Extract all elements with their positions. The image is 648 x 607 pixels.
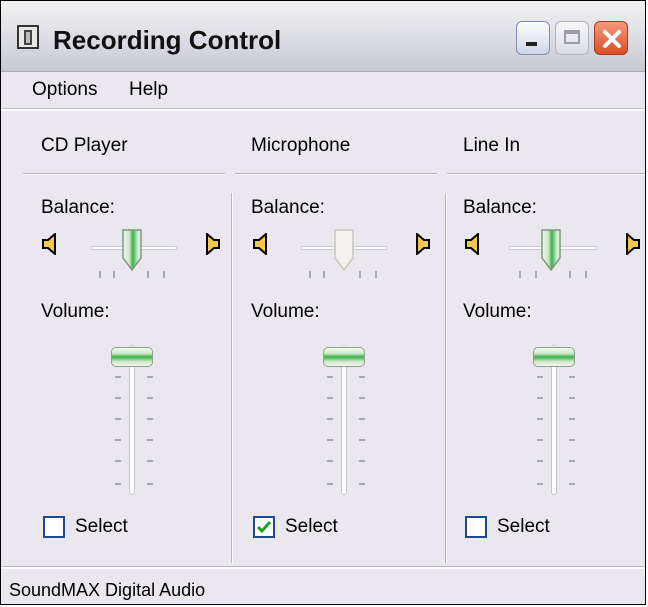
volume-tick: [359, 418, 365, 420]
volume-track: [129, 345, 135, 495]
volume-tick: [147, 483, 153, 485]
menu-options[interactable]: Options: [32, 79, 97, 101]
menu-help[interactable]: Help: [129, 79, 168, 101]
balance-tick: [359, 271, 361, 278]
speaker-left-icon: [253, 233, 267, 255]
volume-label: Volume:: [41, 301, 110, 322]
speaker-right-icon: [416, 233, 430, 255]
volume-label: Volume:: [251, 301, 320, 322]
volume-tick: [115, 439, 121, 441]
volume-tick: [359, 376, 365, 378]
channel-name: Microphone: [251, 135, 351, 156]
channel-name: CD Player: [41, 135, 128, 156]
divider: [447, 173, 645, 175]
volume-tick: [537, 460, 543, 462]
volume-tick: [537, 397, 543, 399]
balance-tick: [163, 271, 165, 278]
channel-microphone: Microphone Balance: Volume: Select: [235, 111, 447, 566]
volume-tick: [569, 376, 575, 378]
volume-tick: [359, 397, 365, 399]
status-bar: SoundMAX Digital Audio: [1, 567, 645, 604]
balance-slider-thumb[interactable]: [120, 228, 144, 272]
select-label[interactable]: Select: [497, 516, 550, 538]
volume-slider-thumb[interactable]: [323, 347, 365, 367]
status-text: SoundMAX Digital Audio: [9, 580, 206, 600]
volume-tick: [115, 376, 121, 378]
divider: [23, 173, 225, 175]
volume-tick: [147, 439, 153, 441]
balance-tick: [375, 271, 377, 278]
volume-tick: [327, 483, 333, 485]
volume-tick: [569, 439, 575, 441]
title-bar[interactable]: Recording Control: [1, 1, 645, 72]
volume-tick: [537, 483, 543, 485]
volume-tick: [537, 439, 543, 441]
balance-tick: [323, 271, 325, 278]
balance-tick: [99, 271, 101, 278]
volume-tick: [359, 439, 365, 441]
select-label[interactable]: Select: [75, 516, 128, 538]
recording-control-window: Recording Control Options Help CD Player…: [0, 0, 646, 605]
balance-tick: [113, 271, 115, 278]
balance-label: Balance:: [251, 197, 325, 218]
balance-slider-thumb-disabled[interactable]: [332, 228, 356, 272]
volume-tick: [147, 418, 153, 420]
volume-label: Volume:: [463, 301, 532, 322]
volume-slider-thumb[interactable]: [533, 347, 575, 367]
channel-cd-player: CD Player Balance: Volume: Select: [23, 111, 235, 566]
select-checkbox[interactable]: [465, 516, 487, 538]
select-label[interactable]: Select: [285, 516, 338, 538]
speaker-left-icon: [42, 233, 56, 255]
volume-tick: [537, 418, 543, 420]
checkmark-icon: [256, 521, 272, 534]
select-checkbox-checked[interactable]: [253, 516, 275, 538]
volume-tick: [115, 397, 121, 399]
channel-name: Line In: [463, 135, 521, 156]
volume-tick: [147, 460, 153, 462]
balance-tick: [519, 271, 521, 278]
balance-tick: [535, 271, 537, 278]
balance-tick: [585, 271, 587, 278]
speaker-left-icon: [465, 233, 479, 255]
close-icon: [603, 30, 621, 48]
maximize-button[interactable]: [555, 21, 589, 55]
volume-tick: [569, 418, 575, 420]
volume-tick: [115, 460, 121, 462]
mixer-app-icon[interactable]: [17, 25, 39, 49]
volume-tick: [327, 397, 333, 399]
volume-tick: [147, 376, 153, 378]
volume-tick: [327, 439, 333, 441]
close-button[interactable]: [594, 21, 628, 55]
volume-tick: [327, 418, 333, 420]
volume-tick: [359, 483, 365, 485]
speaker-right-icon: [626, 233, 640, 255]
balance-label: Balance:: [463, 197, 537, 218]
divider: [231, 193, 233, 563]
volume-tick: [537, 376, 543, 378]
volume-tick: [147, 397, 153, 399]
volume-track: [341, 345, 347, 495]
volume-tick: [569, 483, 575, 485]
volume-tick: [359, 460, 365, 462]
balance-tick: [309, 271, 311, 278]
volume-tick: [115, 483, 121, 485]
volume-tick: [115, 418, 121, 420]
divider: [235, 173, 437, 175]
volume-slider-thumb[interactable]: [111, 347, 153, 367]
balance-tick: [147, 271, 149, 278]
volume-tick: [327, 376, 333, 378]
volume-tick: [569, 397, 575, 399]
speaker-right-icon: [206, 233, 220, 255]
balance-tick: [569, 271, 571, 278]
balance-slider-thumb[interactable]: [539, 228, 563, 272]
window-title: Recording Control: [53, 25, 282, 55]
menu-bar: Options Help: [1, 72, 645, 109]
balance-label: Balance:: [41, 197, 115, 218]
volume-track: [551, 345, 557, 495]
select-checkbox[interactable]: [43, 516, 65, 538]
volume-tick: [569, 460, 575, 462]
minimize-button[interactable]: [516, 21, 550, 55]
channel-line-in: Line In Balance: Volume: Select: [447, 111, 645, 566]
volume-tick: [327, 460, 333, 462]
